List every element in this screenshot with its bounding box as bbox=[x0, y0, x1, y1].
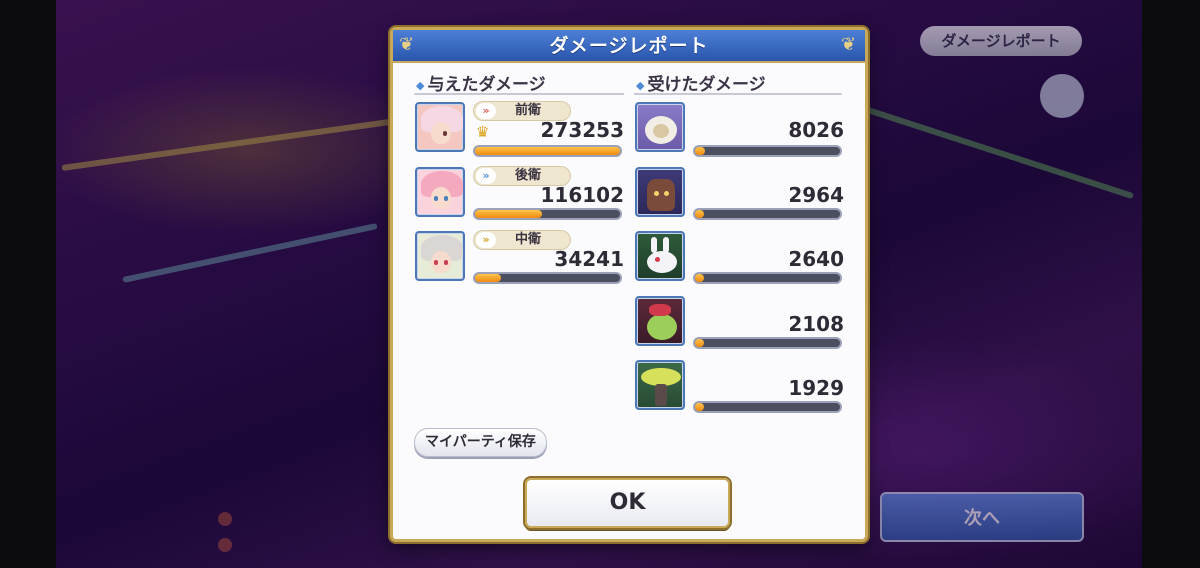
damage-value: 8026 bbox=[788, 118, 844, 142]
damage-bar-fill bbox=[695, 403, 704, 411]
dealt-damage-title: ◆ 与えたダメージ bbox=[416, 70, 546, 95]
damage-bar-fill bbox=[695, 147, 706, 155]
damage-value: 116102 bbox=[540, 183, 625, 207]
eye bbox=[434, 260, 438, 265]
plant-bulb-monster-icon[interactable] bbox=[635, 296, 685, 346]
info-dot-icon bbox=[218, 512, 232, 526]
taken-damage-title: ◆ 受けたダメージ bbox=[636, 70, 766, 95]
divider bbox=[414, 93, 624, 95]
character-portrait-silver-hair[interactable] bbox=[415, 231, 465, 281]
damage-value: 273253 bbox=[540, 118, 625, 142]
damage-bar bbox=[693, 272, 842, 284]
ok-button[interactable]: OK bbox=[525, 478, 730, 528]
dialog-header: ❦ ❦ ダメージレポート bbox=[393, 30, 865, 63]
damage-bar-fill bbox=[475, 274, 502, 282]
letterbox-left bbox=[0, 0, 56, 568]
damage-bar bbox=[693, 401, 842, 413]
damage-value: 34241 bbox=[554, 247, 624, 271]
damage-bar bbox=[693, 337, 842, 349]
info-dot-icon bbox=[218, 538, 232, 552]
damage-bar bbox=[473, 208, 622, 220]
monster-eye bbox=[655, 257, 660, 262]
monster-body bbox=[647, 251, 677, 273]
damage-bar-fill bbox=[695, 210, 704, 218]
diamond-icon: ◆ bbox=[636, 79, 645, 92]
tree-stump-monster-icon[interactable] bbox=[635, 167, 685, 217]
damage-value: 1929 bbox=[788, 376, 844, 400]
next-button[interactable]: 次へ bbox=[880, 492, 1084, 542]
monster-head bbox=[649, 304, 671, 316]
taken-damage-title-text: 受けたダメージ bbox=[647, 75, 766, 95]
monster-body bbox=[647, 314, 677, 340]
party-icon[interactable] bbox=[1040, 74, 1084, 118]
yellow-tree-monster-icon[interactable] bbox=[635, 360, 685, 410]
damage-bar bbox=[473, 272, 622, 284]
damage-value: 2640 bbox=[788, 247, 844, 271]
eye bbox=[444, 260, 448, 265]
letterbox-right bbox=[1142, 0, 1200, 568]
damage-bar-fill bbox=[475, 147, 620, 155]
monster-head bbox=[653, 124, 669, 138]
monster-body bbox=[647, 179, 675, 211]
monster-trunk bbox=[655, 384, 667, 406]
divider bbox=[634, 93, 842, 95]
info-note bbox=[218, 512, 238, 526]
monster-eye bbox=[664, 191, 669, 196]
damage-bar bbox=[693, 145, 842, 157]
damage-bar-fill bbox=[695, 274, 704, 282]
character-portrait-pink-hair[interactable] bbox=[415, 167, 465, 217]
damage-bar-fill bbox=[695, 339, 704, 347]
save-party-button[interactable]: マイパーティ保存 bbox=[414, 428, 547, 457]
sheep-monster-icon[interactable] bbox=[635, 102, 685, 152]
damage-bar-fill bbox=[475, 210, 542, 218]
monster-eye bbox=[654, 191, 659, 196]
dialog-title: ダメージレポート bbox=[549, 35, 709, 57]
white-rabbit-monster-icon[interactable] bbox=[635, 231, 685, 281]
eye bbox=[444, 196, 448, 201]
diamond-icon: ◆ bbox=[416, 79, 425, 92]
eye bbox=[434, 196, 438, 201]
character-portrait-pink-white-hair[interactable] bbox=[415, 102, 465, 152]
damage-value: 2964 bbox=[788, 183, 844, 207]
monster-ear bbox=[663, 237, 669, 253]
eye bbox=[443, 131, 447, 136]
monster-ear bbox=[651, 237, 657, 253]
dealt-damage-title-text: 与えたダメージ bbox=[427, 75, 546, 95]
face bbox=[431, 122, 451, 144]
damage-value: 2108 bbox=[788, 312, 844, 336]
damage-bar bbox=[473, 145, 622, 157]
damage-bar bbox=[693, 208, 842, 220]
damage-report-button[interactable]: ダメージレポート bbox=[920, 26, 1082, 56]
info-note bbox=[218, 538, 238, 552]
